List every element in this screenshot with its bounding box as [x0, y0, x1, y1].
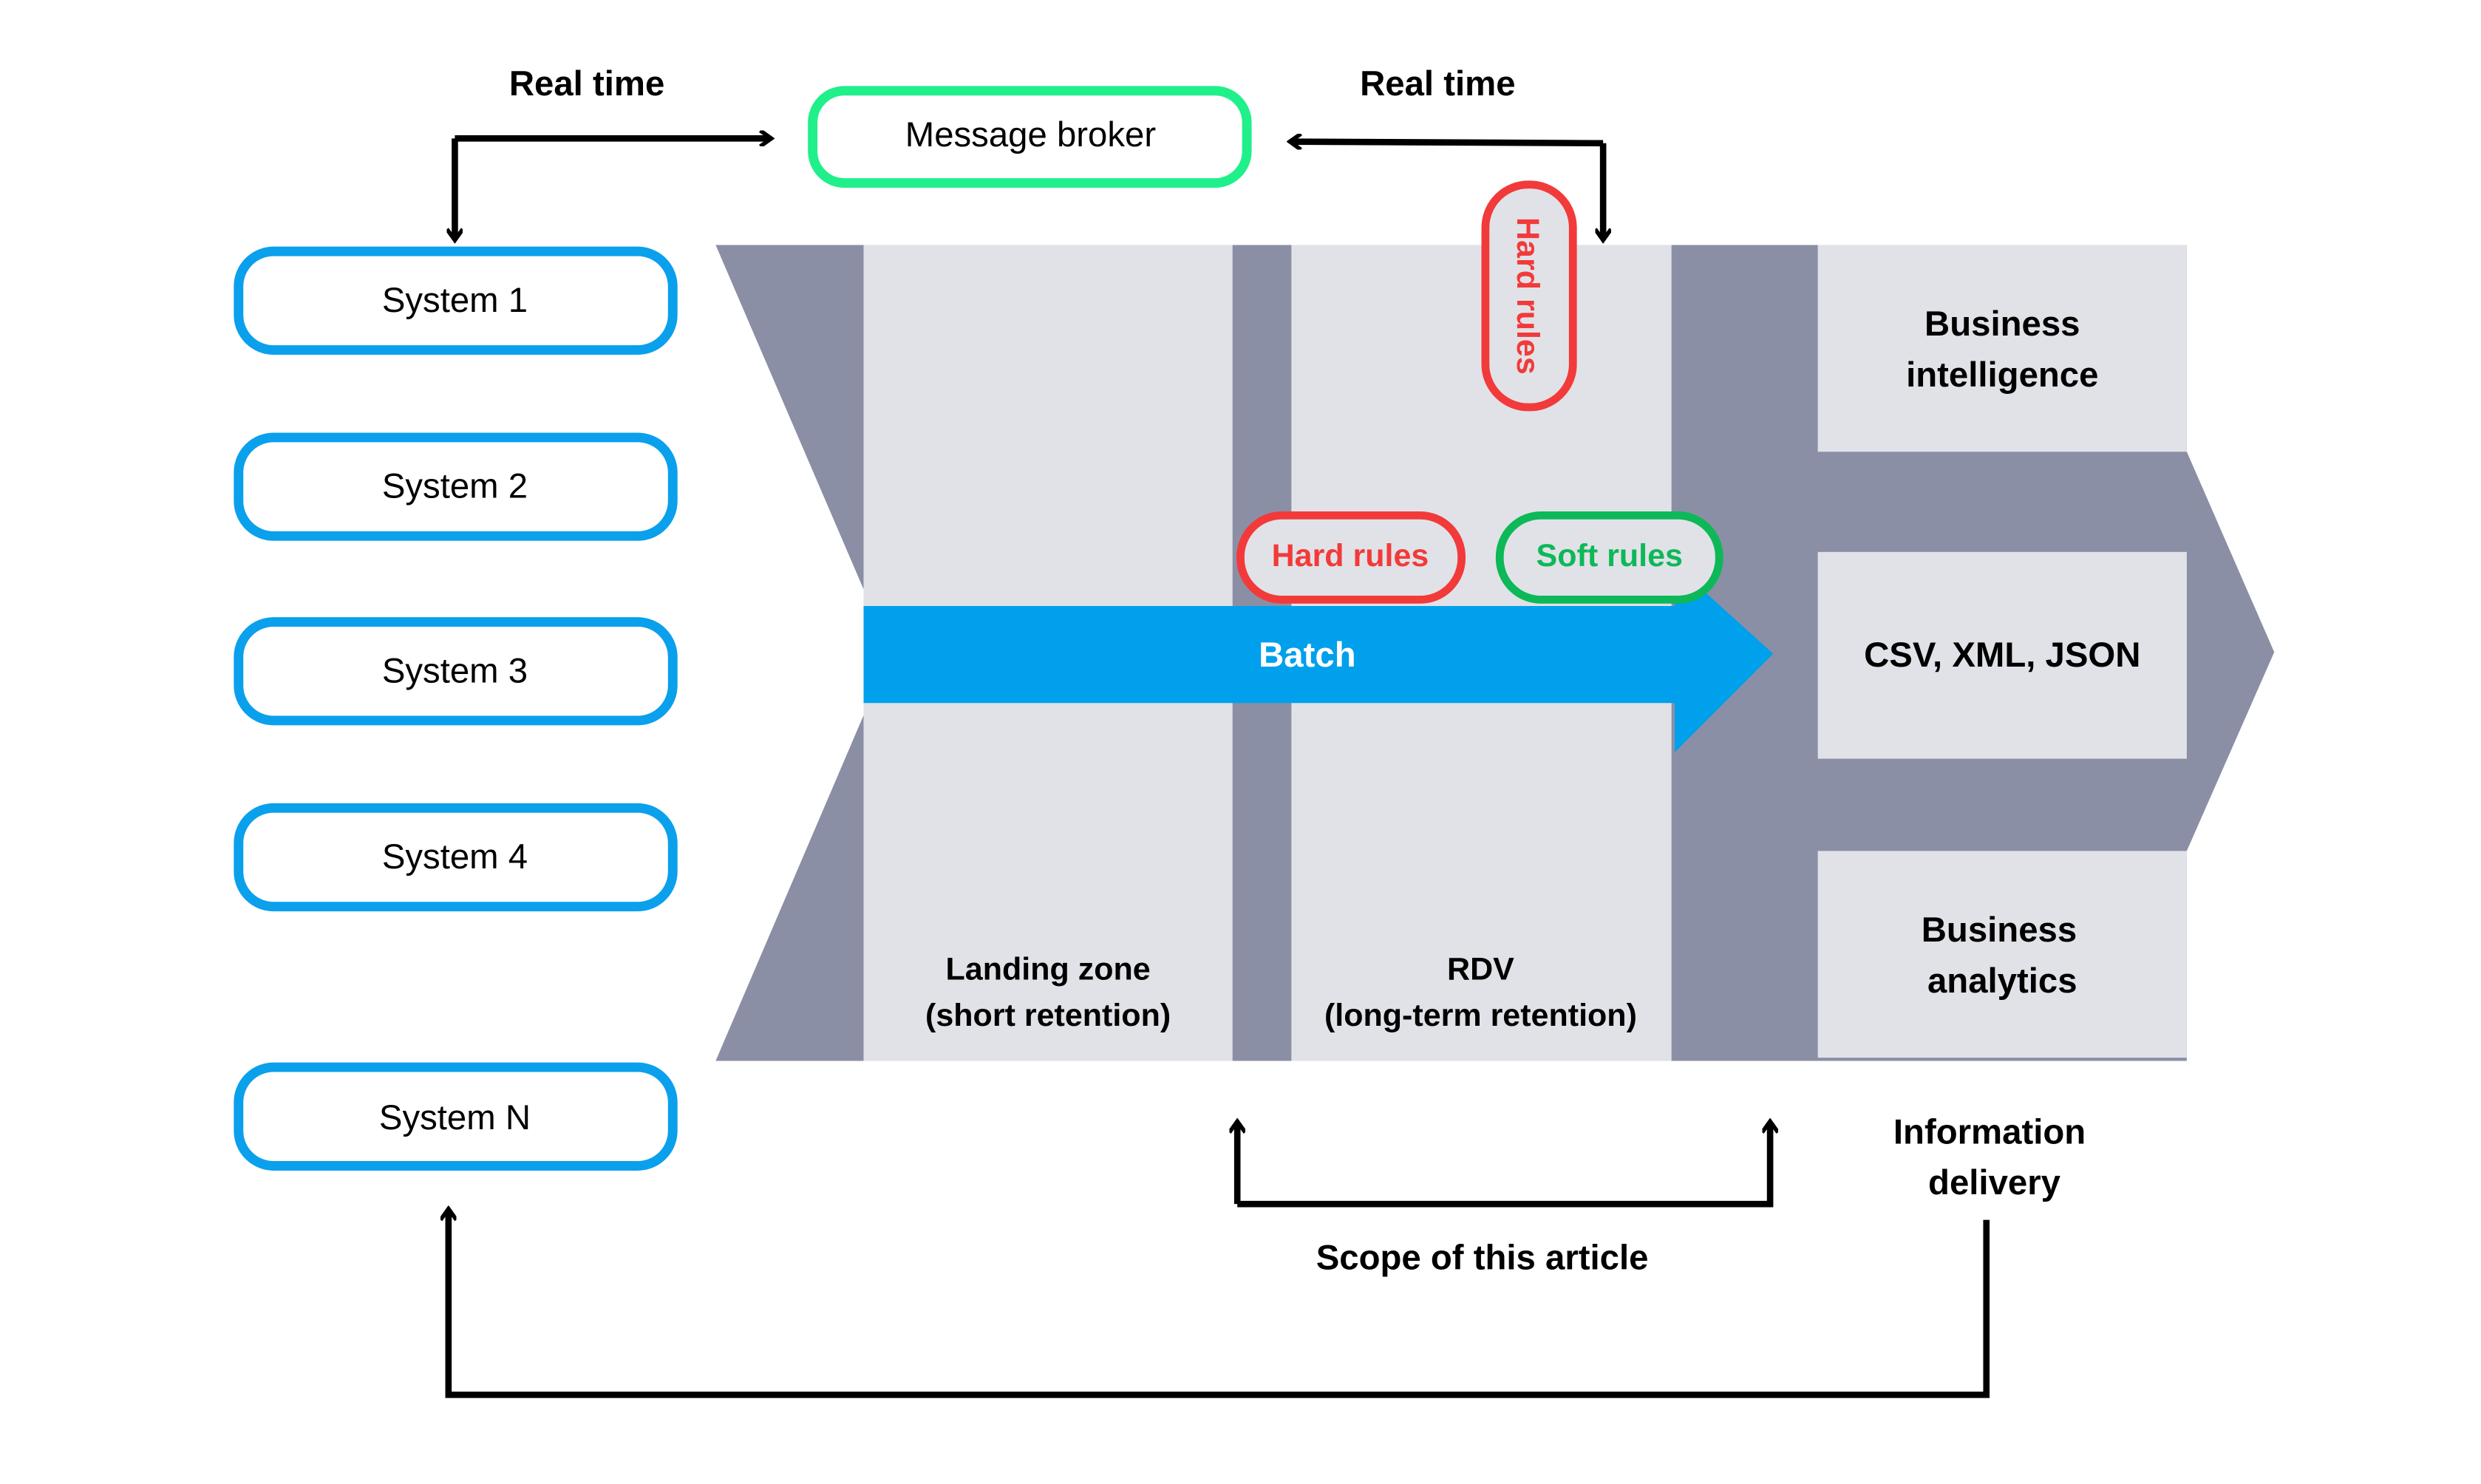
rdv-sublabel: (long-term retention) [1324, 998, 1637, 1033]
message-broker-box: Message broker [808, 86, 1252, 188]
system-3-box: System 3 [234, 617, 678, 726]
system-3-label: System 3 [382, 651, 528, 690]
hard-rules-vertical-label: Hard rules [1510, 217, 1545, 375]
bi-label-1: Business [1924, 304, 2080, 344]
hard-rules-vertical-pill: Hard rules [1481, 180, 1577, 412]
hard-rules-label: Hard rules [1272, 538, 1429, 573]
landing-zone-label: Landing zone [946, 952, 1151, 987]
scope-label: Scope of this article [1316, 1238, 1649, 1277]
hard-rules-pill: Hard rules [1236, 511, 1466, 604]
ba-label-1: Business [1922, 911, 2077, 950]
real-time-right-label: Real time [1360, 64, 1515, 103]
soft-rules-label: Soft rules [1536, 538, 1683, 573]
formats-label: CSV, XML, JSON [1864, 636, 2140, 675]
information-delivery-label-2: delivery [1928, 1163, 2061, 1202]
system-4-label: System 4 [382, 837, 528, 877]
message-broker-label: Message broker [905, 115, 1156, 154]
system-1-label: System 1 [382, 281, 528, 320]
feedback-arrow [449, 1211, 1990, 1398]
system-2-label: System 2 [382, 467, 528, 506]
system-n-label: System N [379, 1098, 531, 1137]
rdv-label: RDV [1447, 952, 1514, 987]
ba-label-2: analytics [1927, 961, 2077, 1001]
bi-label-2: intelligence [1906, 355, 2098, 395]
real-time-left-label: Real time [509, 64, 664, 103]
information-delivery-label-1: Information [1893, 1112, 2086, 1151]
batch-label: Batch [1259, 636, 1356, 675]
data-platform-diagram: Batch Landing zone (short retention) RDV… [234, 64, 2275, 1398]
realtime-right-arrow-to-broker [1291, 142, 1604, 143]
landing-zone-sublabel: (short retention) [925, 998, 1171, 1033]
business-intelligence-panel [1817, 245, 2187, 452]
system-4-box: System 4 [234, 803, 678, 912]
soft-rules-pill: Soft rules [1495, 511, 1723, 604]
business-analytics-panel [1817, 851, 2187, 1058]
system-n-box: System N [234, 1062, 678, 1171]
system-1-box: System 1 [234, 246, 678, 355]
scope-bracket-right-arrow [1237, 1123, 1770, 1208]
system-2-box: System 2 [234, 432, 678, 541]
